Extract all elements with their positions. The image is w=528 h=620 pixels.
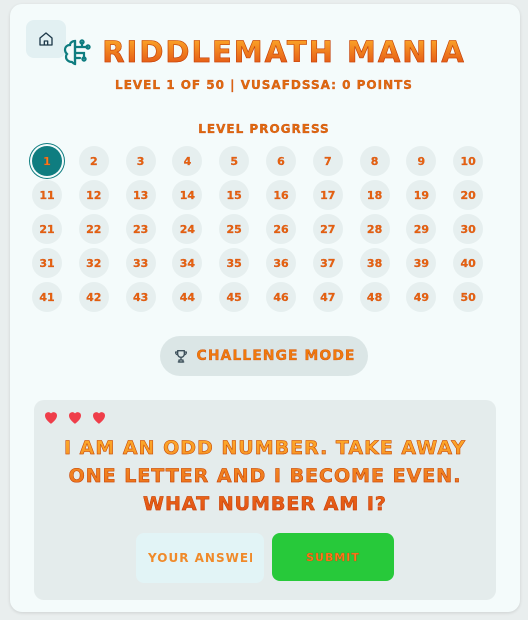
- level-button-36[interactable]: 36: [265, 248, 296, 278]
- level-button-2[interactable]: 2: [78, 146, 109, 176]
- heart-icon: [45, 412, 57, 424]
- level-button-28[interactable]: 28: [359, 214, 390, 244]
- level-button-41[interactable]: 41: [32, 282, 62, 312]
- level-grid: 1 2 3 4 5 6 7 8 9 10 11 12 13 14 15 16 17 18 19 20 21 22 23 24 2…: [32, 146, 500, 312]
- heart-icon: [93, 412, 105, 424]
- challenge-mode-button[interactable]: Challenge Mode: [160, 336, 368, 376]
- app-header: RiddleMath Mania: [0, 34, 528, 70]
- level-button-50[interactable]: 50: [453, 282, 484, 312]
- level-button-16[interactable]: 16: [265, 180, 296, 210]
- level-button-22[interactable]: 22: [78, 214, 109, 244]
- level-button-13[interactable]: 13: [125, 180, 156, 210]
- level-button-1[interactable]: 1: [32, 146, 62, 176]
- level-button-4[interactable]: 4: [172, 146, 203, 176]
- riddle-text: I am an odd number. Take away one letter…: [54, 434, 476, 518]
- level-status: Level 1 of 50 | vusafdssa: 0 points: [115, 78, 413, 92]
- level-button-6[interactable]: 6: [265, 146, 296, 176]
- level-button-20[interactable]: 20: [453, 180, 484, 210]
- level-button-38[interactable]: 38: [359, 248, 390, 278]
- level-button-45[interactable]: 45: [219, 282, 250, 312]
- level-button-39[interactable]: 39: [406, 248, 437, 278]
- level-button-29[interactable]: 29: [406, 214, 437, 244]
- level-button-33[interactable]: 33: [125, 248, 156, 278]
- submit-button[interactable]: Submit: [272, 533, 394, 581]
- level-button-27[interactable]: 27: [312, 214, 343, 244]
- riddle-panel: I am an odd number. Take away one letter…: [34, 400, 496, 600]
- level-button-49[interactable]: 49: [406, 282, 437, 312]
- page-title: RiddleMath Mania: [102, 35, 466, 70]
- level-button-11[interactable]: 11: [32, 180, 62, 210]
- level-button-37[interactable]: 37: [312, 248, 343, 278]
- level-button-14[interactable]: 14: [172, 180, 203, 210]
- level-button-7[interactable]: 7: [312, 146, 343, 176]
- level-button-43[interactable]: 43: [125, 282, 156, 312]
- level-button-48[interactable]: 48: [359, 282, 390, 312]
- level-button-8[interactable]: 8: [359, 146, 390, 176]
- level-button-3[interactable]: 3: [125, 146, 156, 176]
- level-button-35[interactable]: 35: [219, 248, 250, 278]
- level-button-10[interactable]: 10: [453, 146, 484, 176]
- level-button-12[interactable]: 12: [78, 180, 109, 210]
- level-button-34[interactable]: 34: [172, 248, 203, 278]
- level-progress-label: Level Progress: [198, 122, 330, 136]
- level-button-47[interactable]: 47: [312, 282, 343, 312]
- level-button-40[interactable]: 40: [453, 248, 484, 278]
- level-button-25[interactable]: 25: [219, 214, 250, 244]
- level-button-44[interactable]: 44: [172, 282, 203, 312]
- challenge-mode-label: Challenge Mode: [196, 348, 356, 364]
- level-button-42[interactable]: 42: [78, 282, 109, 312]
- level-button-30[interactable]: 30: [453, 214, 484, 244]
- trophy-icon: [174, 350, 187, 363]
- level-button-5[interactable]: 5: [219, 146, 250, 176]
- level-button-31[interactable]: 31: [32, 248, 62, 278]
- level-button-26[interactable]: 26: [265, 214, 296, 244]
- level-button-15[interactable]: 15: [219, 180, 250, 210]
- level-button-9[interactable]: 9: [406, 146, 437, 176]
- lives-indicator: [42, 408, 108, 426]
- level-button-19[interactable]: 19: [406, 180, 437, 210]
- level-button-18[interactable]: 18: [359, 180, 390, 210]
- level-button-32[interactable]: 32: [78, 248, 109, 278]
- level-button-24[interactable]: 24: [172, 214, 203, 244]
- brain-icon: [64, 39, 91, 66]
- level-button-17[interactable]: 17: [312, 180, 343, 210]
- heart-icon: [69, 412, 81, 424]
- level-button-21[interactable]: 21: [32, 214, 62, 244]
- level-button-46[interactable]: 46: [265, 282, 296, 312]
- level-button-23[interactable]: 23: [125, 214, 156, 244]
- answer-input[interactable]: [136, 533, 264, 583]
